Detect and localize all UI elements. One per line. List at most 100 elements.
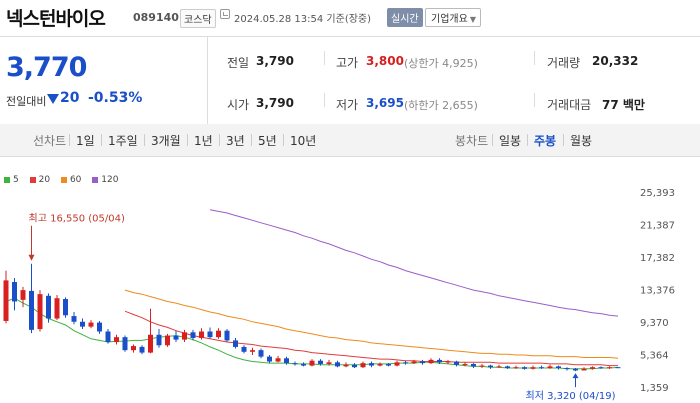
candle-body xyxy=(37,294,43,330)
lower-limit: (하한가 2,655) xyxy=(404,99,478,112)
candle-body xyxy=(88,322,94,327)
header: 넥스턴바이오 089140 코스닥 2024.05.28 13:54 기준(장중… xyxy=(0,0,700,36)
y-tick-label: 25,393 xyxy=(640,188,675,199)
candle-body xyxy=(275,358,281,362)
candle-body xyxy=(471,363,476,367)
candle-body xyxy=(105,331,111,343)
tab-5y[interactable]: 5년 xyxy=(258,132,277,149)
high-arrow-head xyxy=(28,254,35,261)
divider xyxy=(534,93,535,107)
candle-body xyxy=(539,367,544,369)
candle-body xyxy=(71,316,77,322)
realtime-button[interactable]: 실시간 xyxy=(387,8,423,27)
divider xyxy=(101,134,102,146)
candle-body xyxy=(233,340,238,347)
open-label: 시가 xyxy=(227,98,250,112)
tab-daily[interactable]: 일봉 xyxy=(499,132,521,149)
candle-body xyxy=(513,367,519,369)
candle-body xyxy=(326,362,332,364)
y-tick-label: 5,364 xyxy=(640,351,669,362)
ma20-line xyxy=(124,310,618,367)
divider xyxy=(492,134,493,146)
tab-weekly[interactable]: 주봉 xyxy=(534,132,556,149)
amount-label: 거래대금 xyxy=(547,98,592,112)
candle-body xyxy=(292,363,298,365)
candle-body xyxy=(80,321,85,327)
volume-value: 20,332 xyxy=(592,54,639,68)
current-price: 3,770 xyxy=(6,52,87,83)
candle-body xyxy=(131,346,136,351)
tab-1d[interactable]: 1일 xyxy=(76,132,95,149)
divider xyxy=(563,134,564,146)
candle-body xyxy=(505,366,510,369)
y-tick-label: 13,376 xyxy=(640,286,675,297)
low-label: 저가 xyxy=(336,98,359,112)
candle-body xyxy=(258,350,264,357)
low-arrow-head xyxy=(572,373,579,379)
candle-body xyxy=(403,362,408,364)
tab-monthly[interactable]: 월봉 xyxy=(570,132,592,149)
divider xyxy=(283,134,284,146)
candle-body xyxy=(46,295,51,319)
candle-body xyxy=(97,322,102,332)
chevron-down-icon: ▼ xyxy=(469,15,476,24)
candle-body xyxy=(343,364,349,367)
tab-1y[interactable]: 1년 xyxy=(194,132,213,149)
candle-body xyxy=(156,334,162,346)
candle-body xyxy=(122,337,128,351)
candle-body xyxy=(386,363,391,366)
candle-body xyxy=(479,365,485,367)
candle-body xyxy=(207,331,213,338)
candle-chart-label: 봉차트 xyxy=(455,134,489,148)
candle-body xyxy=(394,362,400,366)
candle-body xyxy=(216,330,221,338)
candle-body xyxy=(488,365,493,368)
candle-body xyxy=(224,330,230,341)
candle-body xyxy=(556,366,561,369)
candle-body xyxy=(615,367,621,369)
candle-body xyxy=(63,299,68,316)
divider xyxy=(219,134,220,146)
change-label: 전일대비 xyxy=(6,95,47,108)
candle-body xyxy=(462,363,468,365)
candle-body xyxy=(369,363,374,366)
candle-body xyxy=(590,367,595,369)
candle-body xyxy=(437,359,442,363)
candle-body xyxy=(250,350,255,352)
quote-panel: 3,770 전일대비 20 -0.53% 전일 3,790 고가 3,800 (… xyxy=(0,36,700,125)
candlestick-chart[interactable]: 25,393 21,387 17,382 13,376 9,370 5,364 1,359 최… xyxy=(0,156,700,403)
candle-body xyxy=(29,290,34,330)
divider xyxy=(251,134,252,146)
candle-body xyxy=(165,335,170,346)
ma60-line xyxy=(124,289,619,359)
candle-body xyxy=(607,367,612,369)
candle-body xyxy=(496,366,502,368)
divider xyxy=(527,134,528,146)
tab-3y[interactable]: 3년 xyxy=(226,132,245,149)
candle-body xyxy=(284,358,289,364)
change-percent: -0.53% xyxy=(88,90,143,106)
candle-body xyxy=(522,367,527,369)
volume-label: 거래량 xyxy=(547,56,581,70)
candle-body xyxy=(148,334,153,353)
candle-body xyxy=(428,359,434,364)
candle-body xyxy=(3,280,9,321)
tab-3m[interactable]: 3개월 xyxy=(151,132,181,149)
candle-body xyxy=(573,368,578,371)
tab-10y[interactable]: 10년 xyxy=(290,132,316,149)
candle-body xyxy=(20,290,26,300)
high-value: 3,800 xyxy=(366,54,404,68)
candle-body xyxy=(454,361,459,365)
tab-1w[interactable]: 1주일 xyxy=(108,132,138,149)
prev-close-label: 전일 xyxy=(227,56,250,70)
candle-body xyxy=(598,367,604,369)
market-badge: 코스닥 xyxy=(180,9,216,28)
candle-body xyxy=(12,282,17,302)
open-value: 3,790 xyxy=(256,96,294,110)
company-info-label: 기업개요 xyxy=(431,14,468,25)
chart-tabs: 선차트 1일 1주일 3개월 1년 3년 5년 10년 봉차트 일봉 주봉 월봉 xyxy=(0,124,700,157)
upper-limit: (상한가 4,925) xyxy=(404,57,478,70)
candle-body xyxy=(547,366,553,369)
candle-body xyxy=(377,363,383,366)
company-info-dropdown[interactable]: 기업개요 ▼ xyxy=(425,8,481,27)
